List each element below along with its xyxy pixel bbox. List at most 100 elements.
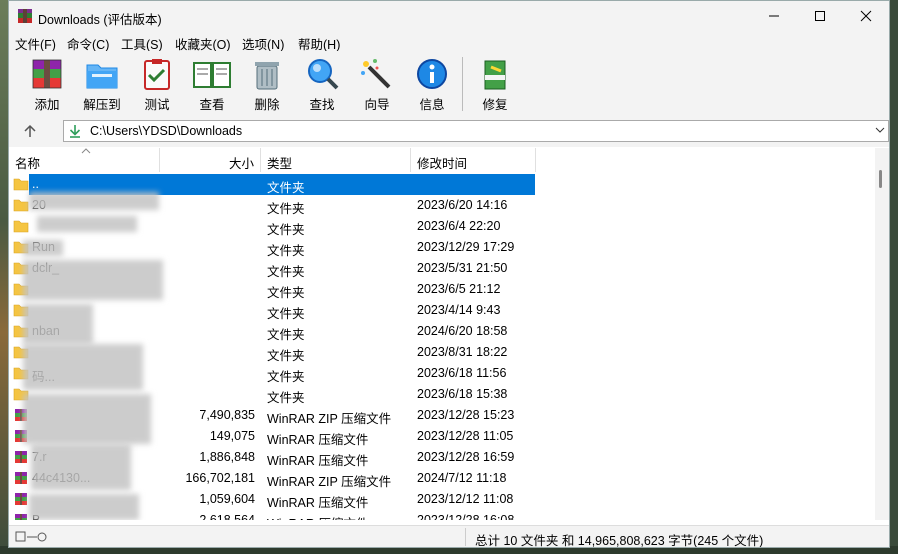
file-type: WinRAR 压缩文件 — [267, 513, 368, 520]
maximize-icon — [815, 11, 825, 21]
column-name[interactable]: 名称 — [15, 153, 40, 172]
file-name: .. — [32, 177, 39, 191]
address-field[interactable]: C:\Users\YDSD\Downloads — [63, 120, 889, 142]
add-button[interactable]: 添加 — [21, 55, 73, 113]
file-modified: 2023/6/4 22:20 — [417, 219, 501, 233]
file-modified: 2023/5/31 21:50 — [417, 261, 508, 275]
redaction — [37, 216, 137, 232]
file-modified: 2023/12/28 11:05 — [417, 429, 514, 443]
view-label: 查看 — [199, 98, 225, 112]
redaction — [23, 260, 163, 300]
extract-label: 解压到 — [83, 98, 121, 112]
file-list[interactable]: 名称 大小 类型 修改时间 ..文件夹20文件夹2023/6/20 14:16文… — [9, 148, 875, 520]
file-modified: 2023/12/28 16:08 — [417, 513, 515, 520]
info-icon — [417, 59, 447, 89]
find-label: 查找 — [309, 98, 335, 112]
scrollbar-thumb[interactable] — [879, 170, 882, 188]
view-button[interactable]: 查看 — [186, 55, 238, 113]
file-type: 文件夹 — [267, 181, 305, 195]
magnifier-icon — [308, 59, 339, 90]
repair-button[interactable]: 修复 — [469, 55, 521, 113]
file-row[interactable]: 文件夹 2023/4/14 9:43 — [9, 300, 875, 321]
file-type: 文件夹 — [267, 244, 305, 258]
column-size[interactable]: 大小 — [229, 153, 254, 172]
toolbar: 添加 解压到 测试 查看 删除 查找 向导 信息 修复 — [9, 51, 889, 115]
delete-button[interactable]: 删除 — [241, 55, 293, 113]
vertical-scrollbar[interactable] — [875, 148, 889, 520]
up-level-button[interactable] — [19, 121, 41, 141]
toolbar-separator — [462, 57, 463, 111]
repair-kit-icon — [484, 60, 506, 90]
trash-icon — [255, 62, 279, 90]
file-type: WinRAR 压缩文件 — [267, 454, 369, 468]
address-bar: C:\Users\YDSD\Downloads — [9, 115, 889, 147]
rar-archive-icon — [15, 472, 27, 484]
sort-arrow-icon — [81, 148, 91, 154]
minimize-button[interactable] — [751, 1, 797, 31]
column-header: 名称 大小 类型 修改时间 — [9, 148, 875, 172]
view-book-icon — [193, 62, 231, 88]
file-modified: 2023/12/28 16:59 — [417, 450, 515, 464]
file-type: 文件夹 — [267, 286, 305, 300]
redaction — [31, 444, 131, 490]
redaction — [23, 304, 93, 344]
file-modified: 2023/6/18 11:56 — [417, 366, 507, 380]
file-modified: 2023/12/28 15:23 — [417, 408, 515, 422]
extract-folder-icon — [86, 64, 118, 89]
info-button[interactable]: 信息 — [406, 55, 458, 113]
winrar-app-icon — [18, 9, 32, 23]
file-row[interactable]: Run文件夹2023/12/29 17:29 — [9, 237, 875, 258]
file-modified: 2023/6/5 21:12 — [417, 282, 501, 296]
redaction — [23, 394, 151, 444]
file-modified: 2023/6/20 14:16 — [417, 198, 508, 212]
window-title: Downloads (评估版本) — [38, 13, 162, 27]
file-type: 文件夹 — [267, 391, 305, 405]
arrow-up-icon — [24, 124, 36, 137]
file-modified: 2024/7/12 11:18 — [417, 471, 507, 485]
redaction — [23, 344, 143, 390]
address-path: C:\Users\YDSD\Downloads — [90, 124, 243, 138]
file-modified: 2023/12/29 17:29 — [417, 240, 515, 254]
file-type: WinRAR 压缩文件 — [267, 496, 369, 510]
test-button[interactable]: 测试 — [131, 55, 183, 113]
column-modified[interactable]: 修改时间 — [417, 153, 467, 172]
file-row[interactable]: 文件夹 2023/6/4 22:20 — [9, 216, 875, 237]
file-type: 文件夹 — [267, 202, 305, 216]
wizard-label: 向导 — [364, 98, 390, 112]
minimize-icon — [769, 15, 779, 17]
wizard-button[interactable]: 向导 — [351, 55, 403, 113]
file-modified: 2023/12/12 11:08 — [417, 492, 514, 506]
status-text: 总计 10 文件夹 和 14,965,808,623 字节(245 个文件) — [475, 534, 764, 548]
status-bar: 总计 10 文件夹 和 14,965,808,623 字节(245 个文件) — [9, 525, 889, 548]
chevron-down-icon[interactable] — [875, 127, 885, 134]
title-bar[interactable]: Downloads (评估版本) — [9, 1, 889, 31]
file-type: 文件夹 — [267, 223, 305, 237]
test-label: 测试 — [144, 98, 170, 112]
file-modified: 2023/4/14 9:43 — [417, 303, 501, 317]
file-size: 2,618,564 — [199, 513, 255, 520]
redaction — [29, 494, 139, 520]
file-type: WinRAR ZIP 压缩文件 — [267, 475, 392, 489]
menu-bar: 文件(F) 命令(C) 工具(S) 收藏夹(O) 选项(N) 帮助(H) — [9, 31, 889, 52]
file-row[interactable]: 44c4130...166,702,181WinRAR ZIP 压缩文件2024… — [9, 468, 875, 489]
file-modified: 2024/6/20 18:58 — [417, 324, 508, 338]
column-type[interactable]: 类型 — [267, 153, 292, 172]
file-row[interactable]: 7.r1,886,848WinRAR 压缩文件2023/12/28 16:59 — [9, 447, 875, 468]
file-size: 7,490,835 — [199, 408, 255, 422]
find-button[interactable]: 查找 — [296, 55, 348, 113]
redaction — [23, 240, 63, 256]
file-row[interactable]: nban文件夹2024/6/20 18:58 — [9, 321, 875, 342]
file-type: 文件夹 — [267, 328, 305, 342]
extract-button[interactable]: 解压到 — [76, 55, 128, 113]
close-button[interactable] — [843, 1, 889, 31]
file-type: 文件夹 — [267, 349, 305, 363]
winrar-window: Downloads (评估版本) 文件(F) 命令(C) 工具(S) 收藏夹(O… — [8, 0, 890, 548]
rar-archive-icon — [15, 493, 27, 505]
repair-label: 修复 — [482, 98, 508, 112]
folder-icon — [13, 199, 29, 212]
rar-archive-icon — [15, 451, 27, 463]
file-size: 149,075 — [209, 429, 255, 443]
folder-icon — [13, 178, 29, 191]
maximize-button[interactable] — [797, 1, 843, 31]
file-type: WinRAR ZIP 压缩文件 — [267, 412, 392, 426]
